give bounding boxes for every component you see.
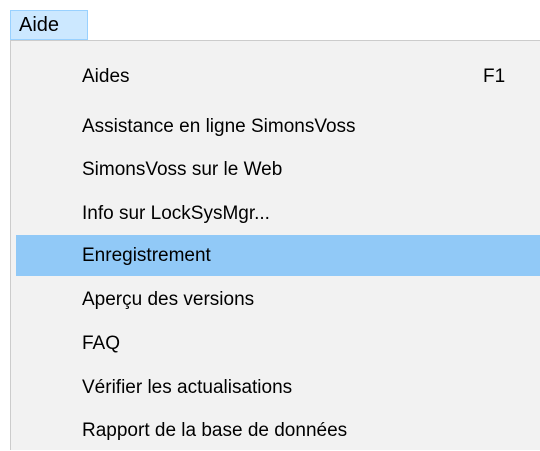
menu-item-assistance-en-ligne[interactable]: Assistance en ligne SimonsVoss (16, 106, 540, 147)
menu-item-simonsvoss-web[interactable]: SimonsVoss sur le Web (16, 149, 540, 190)
menu-item-label: Enregistrement (82, 245, 211, 266)
menu-item-shortcut: F1 (483, 66, 506, 87)
menu-item-rapport-base-donnees[interactable]: Rapport de la base de données (16, 410, 540, 451)
menu-item-info-locksysmgr[interactable]: Info sur LockSysMgr... (16, 193, 540, 234)
menu-item-label: FAQ (82, 333, 121, 354)
menu-item-label: Vérifier les actualisations (82, 377, 293, 398)
menu-item-enregistrement[interactable]: Enregistrement (16, 235, 540, 276)
menu-item-label: SimonsVoss sur le Web (82, 159, 283, 180)
menu-item-label: Rapport de la base de données (82, 420, 348, 441)
menu-item-label: Aides (82, 66, 130, 87)
aide-dropdown-menu: Aides F1 Assistance en ligne SimonsVoss … (10, 40, 540, 450)
menu-item-aides[interactable]: Aides F1 (16, 56, 540, 97)
menu-item-label: Aperçu des versions (82, 289, 255, 310)
menu-item-apercu-versions[interactable]: Aperçu des versions (16, 279, 540, 320)
menu-item-verifier-actualisations[interactable]: Vérifier les actualisations (16, 367, 540, 408)
menu-item-label: Info sur LockSysMgr... (82, 203, 270, 224)
menu-aide[interactable]: Aide (10, 10, 88, 40)
menu-item-label: Assistance en ligne SimonsVoss (82, 116, 356, 137)
menu-item-faq[interactable]: FAQ (16, 323, 540, 364)
menu-bar: Aide (0, 0, 540, 44)
